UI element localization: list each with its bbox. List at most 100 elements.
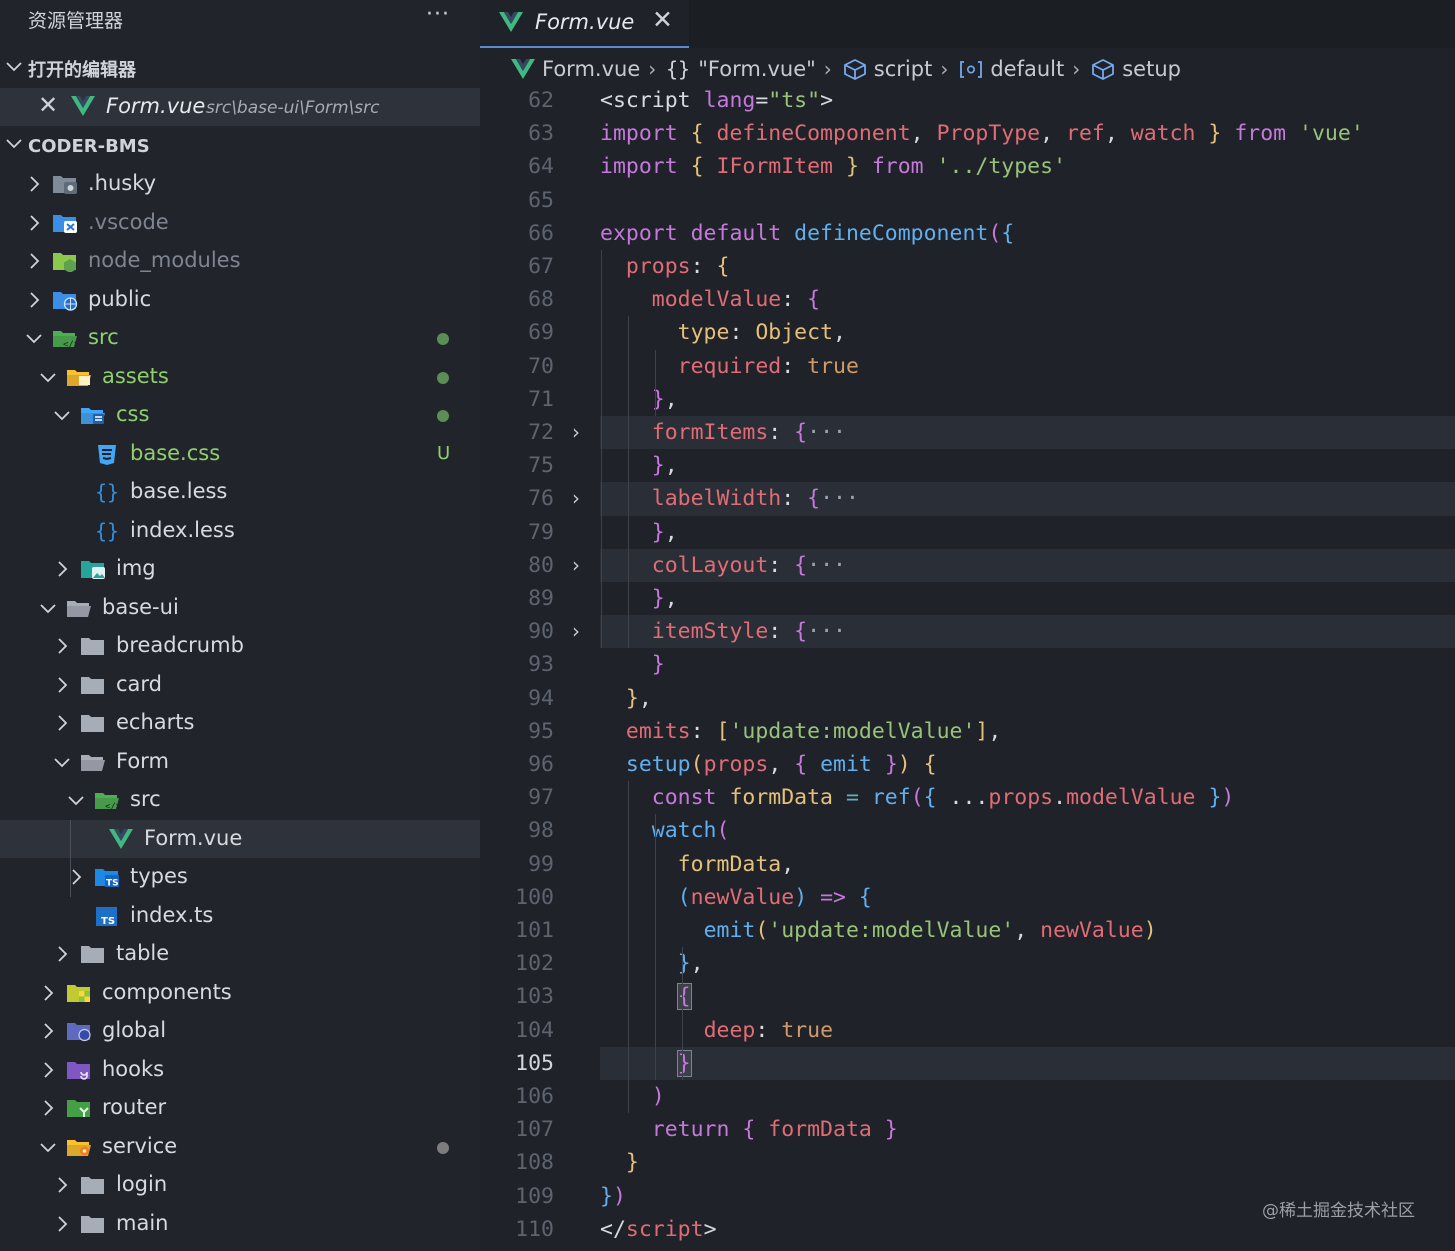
tree-folder-assets[interactable]: assets (0, 358, 480, 397)
chevron-down-icon[interactable] (24, 328, 44, 348)
chevron-right-icon[interactable] (52, 636, 72, 656)
tree-folder-css[interactable]: css (0, 396, 480, 435)
breadcrumb-item[interactable]: setup (1122, 57, 1181, 81)
code-line[interactable]: 95 emits: ['update:modelValue'], (480, 715, 1455, 748)
chevron-right-icon[interactable] (52, 944, 72, 964)
tree-folder-public[interactable]: public (0, 281, 480, 320)
chevron-right-icon[interactable] (52, 675, 72, 695)
chevron-down-icon[interactable] (66, 790, 86, 810)
chevron-down-icon[interactable] (38, 367, 58, 387)
chevron-right-icon[interactable] (66, 867, 86, 887)
code-line[interactable]: 93 } (480, 648, 1455, 681)
code-line[interactable]: 62 <script lang="ts"> (480, 84, 1455, 117)
fold-chevron-icon[interactable]: › (572, 615, 580, 648)
chevron-down-icon[interactable] (38, 1137, 58, 1157)
chevron-right-icon[interactable] (24, 251, 44, 271)
code-line[interactable]: 68 modelValue: { (480, 283, 1455, 316)
tree-folder-main[interactable]: main (0, 1205, 480, 1244)
code-line[interactable]: 94 }, (480, 682, 1455, 715)
chevron-right-icon[interactable] (24, 213, 44, 233)
tree-folder-form[interactable]: Form (0, 743, 480, 782)
tree-folder--vscode[interactable]: .vscode (0, 204, 480, 243)
tree-folder-components[interactable]: components (0, 974, 480, 1013)
code-line[interactable]: 71 }, (480, 383, 1455, 416)
code-line[interactable]: 64 import { IFormItem } from '../types' (480, 150, 1455, 183)
tree-folder-src[interactable]: </> src (0, 781, 480, 820)
chevron-right-icon[interactable] (52, 1214, 72, 1234)
tree-file-base-less[interactable]: {} base.less (0, 473, 480, 512)
chevron-right-icon[interactable] (52, 713, 72, 733)
tree-folder-img[interactable]: img (0, 550, 480, 589)
open-editors-section[interactable]: 打开的编辑器 (0, 50, 480, 88)
code-line[interactable]: 98 watch( (480, 814, 1455, 847)
chevron-down-icon[interactable] (52, 405, 72, 425)
tree-folder--husky[interactable]: .husky (0, 165, 480, 204)
tab-form-vue[interactable]: Form.vue ✕ (480, 0, 689, 48)
tree-folder-node-modules[interactable]: node_modules (0, 242, 480, 281)
tree-folder-global[interactable]: global (0, 1012, 480, 1051)
code-line[interactable]: 63 import { defineComponent, PropType, re… (480, 117, 1455, 150)
close-icon[interactable]: ✕ (652, 5, 673, 34)
code-line[interactable]: 76 › labelWidth: {··· (480, 482, 1455, 516)
code-line[interactable]: 100 (newValue) => { (480, 881, 1455, 914)
tree-file-index-ts[interactable]: TS index.ts (0, 897, 480, 936)
code-line[interactable]: 108 } (480, 1146, 1455, 1179)
tree-folder-types[interactable]: TS types (0, 858, 480, 897)
chevron-right-icon[interactable] (24, 290, 44, 310)
chevron-right-icon[interactable] (24, 174, 44, 194)
breadcrumb-item[interactable]: "Form.vue" (698, 57, 816, 81)
project-section[interactable]: CODER-BMS (0, 127, 480, 165)
fold-chevron-icon[interactable]: › (572, 416, 580, 449)
code-line[interactable]: 97 const formData = ref({ ...props.model… (480, 781, 1455, 814)
code-line[interactable]: 69 type: Object, (480, 316, 1455, 349)
chevron-right-icon[interactable] (52, 1175, 72, 1195)
chevron-down-icon[interactable] (38, 598, 58, 618)
code-line[interactable]: 66 export default defineComponent({ (480, 217, 1455, 250)
more-actions-icon[interactable]: ··· (426, 2, 450, 27)
code-line[interactable]: 99 formData, (480, 848, 1455, 881)
code-line[interactable]: 101 emit('update:modelValue', newValue) (480, 914, 1455, 947)
tree-folder-breadcrumb[interactable]: breadcrumb (0, 627, 480, 666)
chevron-right-icon[interactable] (38, 1060, 58, 1080)
fold-chevron-icon[interactable]: › (572, 549, 580, 582)
breadcrumb-item[interactable]: script (874, 57, 933, 81)
code-line[interactable]: 102 }, (480, 947, 1455, 980)
open-editor-item[interactable]: ✕ Form.vue src\base-ui\Form\src (0, 88, 480, 126)
code-line[interactable]: 107 return { formData } (480, 1113, 1455, 1146)
tree-folder-service[interactable]: service (0, 1128, 480, 1167)
tree-folder-hooks[interactable]: hooks (0, 1051, 480, 1090)
code-line[interactable]: 103 { (480, 980, 1455, 1013)
code-line[interactable]: 89 }, (480, 582, 1455, 615)
code-line[interactable]: 80 › colLayout: {··· (480, 548, 1455, 582)
chevron-right-icon[interactable] (38, 1021, 58, 1041)
chevron-right-icon[interactable] (38, 983, 58, 1003)
tree-folder-table[interactable]: table (0, 935, 480, 974)
code-line[interactable]: 90 › itemStyle: {··· (480, 615, 1455, 649)
code-line[interactable]: 96 setup(props, { emit }) { (480, 748, 1455, 781)
close-icon[interactable]: ✕ (38, 91, 58, 119)
tree-folder-login[interactable]: login (0, 1166, 480, 1205)
code-line[interactable]: 104 deep: true (480, 1014, 1455, 1047)
tree-folder-router[interactable]: router (0, 1089, 480, 1128)
code-line[interactable]: 106 ) (480, 1080, 1455, 1113)
chevron-down-icon[interactable] (52, 752, 72, 772)
breadcrumb-item[interactable]: default (990, 57, 1064, 81)
chevron-right-icon[interactable] (52, 559, 72, 579)
code-line[interactable]: 75 }, (480, 449, 1455, 482)
code-line[interactable]: 67 props: { (480, 250, 1455, 283)
tree-folder-src[interactable]: </> src (0, 319, 480, 358)
tree-file-index-less[interactable]: {} index.less (0, 512, 480, 551)
tree-file-form-vue[interactable]: Form.vue (0, 819, 480, 858)
code-line[interactable]: 70 required: true (480, 350, 1455, 383)
code-line[interactable]: 105 } (480, 1046, 1455, 1080)
tree-file-base-css[interactable]: base.css U (0, 435, 480, 474)
code-line[interactable]: 65 (480, 184, 1455, 217)
fold-chevron-icon[interactable]: › (572, 482, 580, 515)
tree-folder-card[interactable]: card (0, 666, 480, 705)
tree-folder-echarts[interactable]: echarts (0, 704, 480, 743)
chevron-right-icon[interactable] (38, 1098, 58, 1118)
code-line[interactable]: 72 › formItems: {··· (480, 416, 1455, 450)
code-line[interactable]: 79 }, (480, 516, 1455, 549)
tree-folder-base-ui[interactable]: base-ui (0, 589, 480, 628)
breadcrumb-item[interactable]: Form.vue (542, 57, 640, 81)
